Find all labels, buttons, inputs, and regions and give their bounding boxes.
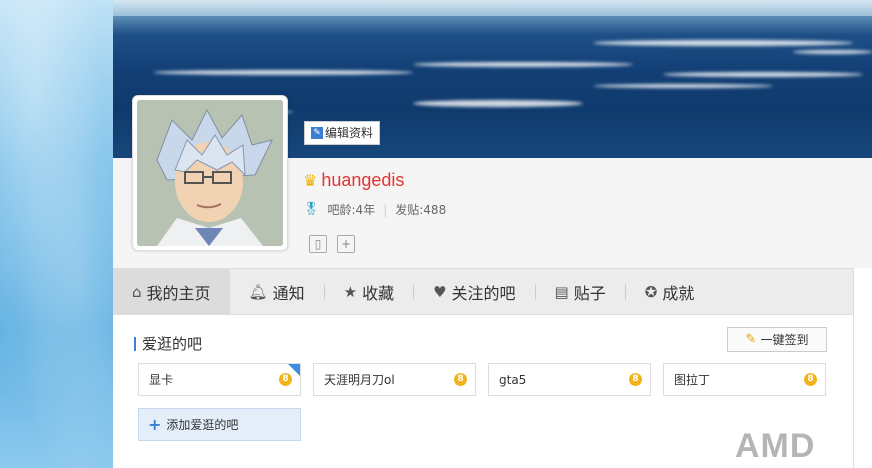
edit-profile-label: 编辑资料 bbox=[325, 126, 374, 140]
edit-icon: ✎ bbox=[311, 127, 323, 139]
tab-label: 关注的吧 bbox=[451, 283, 516, 303]
heart-icon: ♥ bbox=[433, 282, 447, 301]
forum-name: 显卡 bbox=[149, 373, 174, 387]
user-stats: 🎖 吧龄:4年 | 发贴:488 bbox=[303, 201, 446, 218]
award-icon: ✪ bbox=[644, 282, 658, 301]
tab-label: 收藏 bbox=[362, 283, 395, 303]
tab-followed-forums[interactable]: ♥ 关注的吧 bbox=[414, 269, 534, 314]
star-icon: ★ bbox=[343, 282, 358, 301]
bell-icon: 🔔︎ bbox=[248, 282, 268, 301]
page-background bbox=[0, 0, 113, 468]
tab-my-home[interactable]: ⌂ 我的主页 bbox=[113, 269, 230, 314]
tab-notifications[interactable]: 🔔︎ 通知 bbox=[230, 269, 324, 314]
medal-icon: 🎖 bbox=[303, 202, 320, 217]
username-row: ♛ huangedis bbox=[303, 170, 404, 191]
add-favorite-forum-button[interactable]: + 添加爱逛的吧 bbox=[138, 408, 301, 441]
profile-tool-icons: ▯ + bbox=[309, 235, 355, 253]
tab-favorites[interactable]: ★ 收藏 bbox=[325, 269, 413, 314]
document-icon: ▤ bbox=[554, 282, 569, 301]
tab-achievements[interactable]: ✪ 成就 bbox=[626, 269, 714, 314]
tab-label: 我的主页 bbox=[146, 283, 211, 303]
pencil-icon: ✎ bbox=[745, 332, 757, 347]
level-badge: 8 bbox=[629, 373, 642, 386]
level-badge: 8 bbox=[454, 373, 467, 386]
forum-name: gta5 bbox=[499, 372, 527, 387]
forum-name: 图拉丁 bbox=[674, 373, 711, 387]
forum-name: 天涯明月刀ol bbox=[324, 373, 395, 387]
sign-in-label: 一键签到 bbox=[760, 333, 809, 347]
section-title: 爱逛的吧 bbox=[134, 333, 202, 354]
tab-label: 通知 bbox=[272, 283, 305, 303]
stats-divider: | bbox=[383, 202, 388, 217]
post-count: 发贴:488 bbox=[395, 203, 447, 217]
book-icon[interactable]: ▯ bbox=[309, 235, 327, 253]
right-sidebar bbox=[853, 268, 872, 468]
plus-icon: + bbox=[148, 415, 162, 434]
crown-icon: ♛ bbox=[303, 171, 318, 190]
amd-watermark: AMD bbox=[735, 427, 816, 465]
edit-profile-button[interactable]: ✎ 编辑资料 bbox=[304, 121, 381, 145]
avatar[interactable] bbox=[132, 95, 288, 251]
forum-age: 吧龄:4年 bbox=[327, 203, 376, 217]
tab-posts[interactable]: ▤ 贴子 bbox=[536, 269, 625, 314]
profile-page: ✎ 编辑资料 ♛ huangedis 🎖 吧龄:4年 | 发贴:488 ▯ + … bbox=[113, 0, 872, 468]
forum-tile[interactable]: 图拉丁 8 bbox=[663, 363, 826, 396]
profile-nav: ⌂ 我的主页 🔔︎ 通知 ★ 收藏 ♥ 关注的吧 ▤ 贴子 ✪ 成就 bbox=[113, 268, 872, 315]
corner-marker bbox=[288, 364, 300, 376]
home-icon: ⌂ bbox=[132, 282, 142, 301]
username[interactable]: huangedis bbox=[321, 170, 404, 191]
section-title-text: 爱逛的吧 bbox=[142, 335, 203, 353]
add-forum-label: 添加爱逛的吧 bbox=[166, 418, 239, 432]
sign-in-all-button[interactable]: ✎ 一键签到 bbox=[727, 327, 827, 352]
level-badge: 8 bbox=[804, 373, 817, 386]
forum-tile[interactable]: gta5 8 bbox=[488, 363, 651, 396]
add-icon[interactable]: + bbox=[337, 235, 355, 253]
tab-label: 贴子 bbox=[573, 283, 606, 303]
forum-tile[interactable]: 天涯明月刀ol 8 bbox=[313, 363, 476, 396]
tab-label: 成就 bbox=[662, 283, 695, 303]
forum-tile[interactable]: 显卡 8 bbox=[138, 363, 301, 396]
